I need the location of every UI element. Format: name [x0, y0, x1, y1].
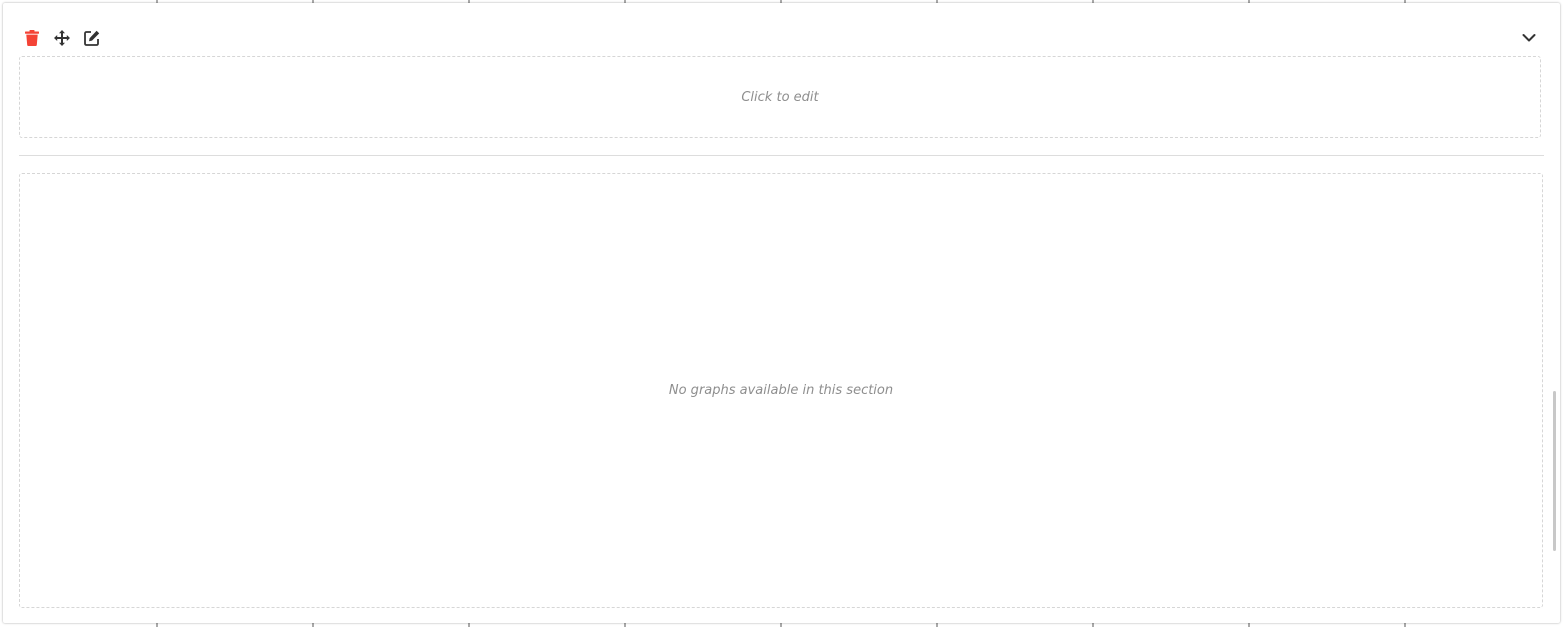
graphs-container: No graphs available in this section	[19, 173, 1543, 608]
section-description-editor[interactable]: Click to edit	[19, 56, 1541, 138]
chevron-down-icon	[1522, 34, 1536, 42]
report-section-panel: Click to edit No graphs available in thi…	[3, 3, 1560, 623]
click-to-edit-placeholder: Click to edit	[741, 89, 819, 105]
section-toolbar	[23, 29, 101, 47]
delete-section-button[interactable]	[23, 29, 41, 47]
collapse-section-button[interactable]	[1520, 29, 1538, 47]
edit-square-icon	[84, 30, 100, 46]
edit-section-button[interactable]	[83, 29, 101, 47]
scrollbar-thumb[interactable]	[1553, 391, 1556, 551]
trash-icon	[25, 30, 39, 46]
move-arrows-icon	[54, 30, 70, 46]
section-divider	[19, 155, 1544, 156]
move-section-button[interactable]	[53, 29, 71, 47]
empty-graphs-message: No graphs available in this section	[668, 383, 894, 398]
